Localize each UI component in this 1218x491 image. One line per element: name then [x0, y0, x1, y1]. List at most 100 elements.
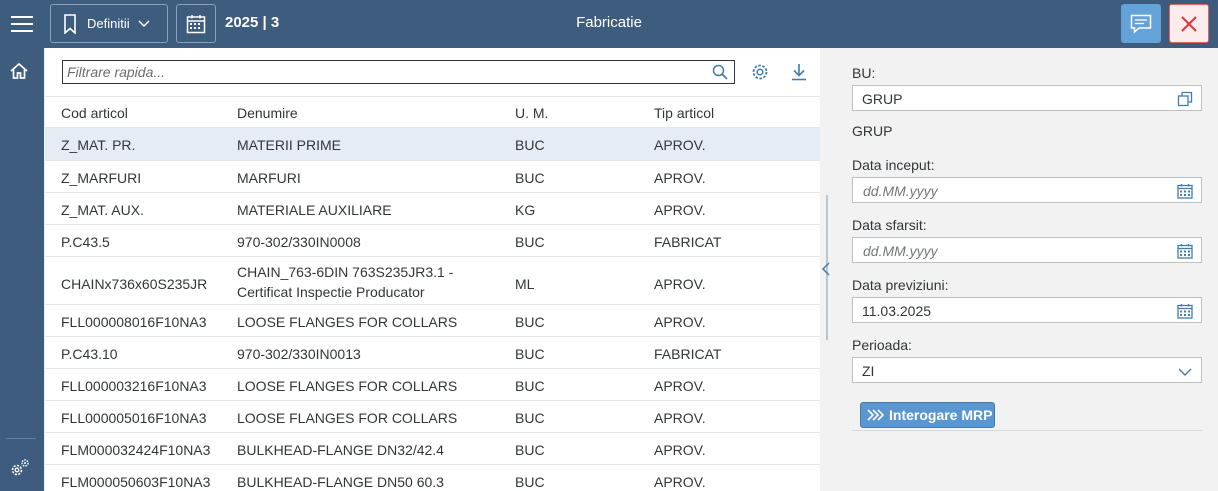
cell-denumire: MATERII PRIME: [237, 137, 341, 153]
cell-tip: APROV.: [654, 276, 706, 292]
table-row[interactable]: Z_MAT. AUX. MATERIALE AUXILIARE KG APROV…: [45, 193, 820, 225]
cell-um: KG: [515, 202, 536, 218]
calendar-icon: [186, 14, 206, 33]
table-row[interactable]: Z_MARFURI MARFURI BUC APROV.: [45, 161, 820, 193]
value-help-icon[interactable]: [1177, 91, 1193, 107]
column-header-tip[interactable]: Tip articol: [654, 105, 714, 121]
period-calendar-button[interactable]: [176, 4, 216, 43]
bu-value: GRUP: [862, 91, 903, 107]
cell-tip: APROV.: [654, 474, 706, 490]
cell-denumire: CHAIN_763-6DIN 763S235JR3.1 - Certificat…: [237, 264, 454, 300]
items-table: Cod articol Denumire U. M. Tip articol Z…: [45, 96, 820, 491]
table-header: Cod articol Denumire U. M. Tip articol: [45, 96, 820, 128]
forecast-date-field[interactable]: 11.03.2025: [852, 297, 1202, 323]
shell-bar: Definitii 2025 | 3 Fabricatie: [0, 0, 1218, 48]
table-row[interactable]: CHAINx736x60S235JR CHAIN_763-6DIN 763S23…: [45, 257, 820, 305]
cell-cod: FLL000003216F10NA3: [61, 378, 207, 394]
settings-icon[interactable]: [9, 457, 31, 479]
cell-um: BUC: [515, 137, 545, 153]
cell-cod: Z_MAT. AUX.: [61, 202, 144, 218]
cell-um: BUC: [515, 346, 545, 362]
definitions-button[interactable]: Definitii: [50, 4, 168, 43]
parameters-panel: BU: GRUP GRUP Data inceput: dd.MM.yyyy D…: [836, 48, 1218, 491]
search-input[interactable]: [67, 62, 703, 82]
cell-cod: Z_MAT. PR.: [61, 137, 136, 153]
cell-um: BUC: [515, 314, 545, 330]
column-header-cod[interactable]: Cod articol: [61, 105, 128, 121]
current-period: 2025 | 3: [225, 14, 280, 31]
cell-cod: CHAINx736x60S235JR: [61, 276, 208, 292]
table-row[interactable]: P.C43.10 970-302/330IN0013 BUC FABRICAT: [45, 337, 820, 369]
start-date-field[interactable]: dd.MM.yyyy: [852, 177, 1202, 203]
cell-denumire: LOOSE FLANGES FOR COLLARS: [237, 378, 458, 394]
cell-tip: APROV.: [654, 378, 706, 394]
definitions-label: Definitii: [87, 16, 130, 31]
column-header-um[interactable]: U. M.: [515, 105, 548, 121]
table-row[interactable]: Z_MAT. PR. MATERII PRIME BUC APROV.: [45, 128, 820, 161]
close-icon: [1181, 15, 1197, 32]
item-list-pane: Cod articol Denumire U. M. Tip articol Z…: [45, 48, 820, 491]
home-icon[interactable]: [9, 62, 29, 80]
column-header-denumire[interactable]: Denumire: [237, 105, 298, 121]
end-date-field[interactable]: dd.MM.yyyy: [852, 237, 1202, 263]
mrp-query-button[interactable]: Interogare MRP: [860, 402, 995, 428]
gear-icon[interactable]: [750, 62, 770, 82]
cell-denumire: LOOSE FLANGES FOR COLLARS: [237, 410, 458, 426]
period-label: Perioada:: [852, 337, 912, 353]
cell-denumire: MATERIALE AUXILIARE: [237, 202, 392, 218]
cell-tip: APROV.: [654, 137, 706, 153]
table-row[interactable]: FLL000005016F10NA3 LOOSE FLANGES FOR COL…: [45, 401, 820, 433]
form-divider: [852, 430, 1202, 431]
search-icon[interactable]: [712, 64, 728, 80]
cell-um: BUC: [515, 410, 545, 426]
table-row[interactable]: FLL000008016F10NA3 LOOSE FLANGES FOR COL…: [45, 305, 820, 337]
cell-tip: FABRICAT: [654, 346, 722, 362]
side-navigation: [0, 48, 44, 491]
end-date-label: Data sfarsit:: [852, 217, 927, 233]
period-select[interactable]: ZI: [852, 357, 1202, 383]
bu-field[interactable]: GRUP: [852, 85, 1202, 111]
calendar-icon[interactable]: [1177, 303, 1193, 319]
cell-cod: FLM000032424F10NA3: [61, 442, 211, 458]
cell-denumire: BULKHEAD-FLANGE DN32/42.4: [237, 442, 444, 458]
cell-tip: APROV.: [654, 170, 706, 186]
close-button[interactable]: [1169, 4, 1209, 43]
mrp-query-label: Interogare MRP: [889, 407, 993, 423]
table-row[interactable]: FLL000003216F10NA3 LOOSE FLANGES FOR COL…: [45, 369, 820, 401]
cell-tip: APROV.: [654, 442, 706, 458]
cell-cod: P.C43.10: [61, 346, 118, 362]
bu-label: BU:: [852, 65, 876, 81]
chevron-down-icon[interactable]: [1177, 364, 1193, 380]
cell-um: BUC: [515, 170, 545, 186]
cell-um: BUC: [515, 378, 545, 394]
cell-um: BUC: [515, 234, 545, 250]
calendar-icon[interactable]: [1177, 243, 1193, 259]
cell-tip: FABRICAT: [654, 234, 722, 250]
cell-denumire: BULKHEAD-FLANGE DN50 60.3: [237, 474, 444, 490]
download-icon[interactable]: [790, 62, 808, 82]
cell-cod: FLM000050603F10NA3: [61, 474, 211, 490]
cell-um: BUC: [515, 474, 545, 490]
cell-um: ML: [515, 276, 535, 292]
search-field: [62, 60, 735, 84]
nav-divider: [6, 438, 36, 439]
chevron-down-icon: [138, 20, 150, 27]
cell-um: BUC: [515, 442, 545, 458]
cell-tip: APROV.: [654, 202, 706, 218]
table-row[interactable]: FLM000032424F10NA3 BULKHEAD-FLANGE DN32/…: [45, 433, 820, 465]
forecast-date-label: Data previziuni:: [852, 277, 949, 293]
cell-tip: APROV.: [654, 410, 706, 426]
table-row[interactable]: FLM000050603F10NA3 BULKHEAD-FLANGE DN50 …: [45, 465, 820, 491]
bookmark-icon: [64, 13, 76, 34]
cell-denumire: 970-302/330IN0008: [237, 234, 361, 250]
calendar-icon[interactable]: [1177, 183, 1193, 199]
start-date-label: Data inceput:: [852, 157, 935, 173]
table-row[interactable]: P.C43.5 970-302/330IN0008 BUC FABRICAT: [45, 225, 820, 257]
cell-tip: APROV.: [654, 314, 706, 330]
end-date-placeholder: dd.MM.yyyy: [863, 243, 938, 259]
menu-button[interactable]: [0, 0, 44, 48]
cell-denumire: 970-302/330IN0013: [237, 346, 361, 362]
chevron-left-icon[interactable]: [821, 262, 831, 276]
hamburger-icon: [11, 16, 33, 32]
chat-button[interactable]: [1121, 4, 1161, 43]
